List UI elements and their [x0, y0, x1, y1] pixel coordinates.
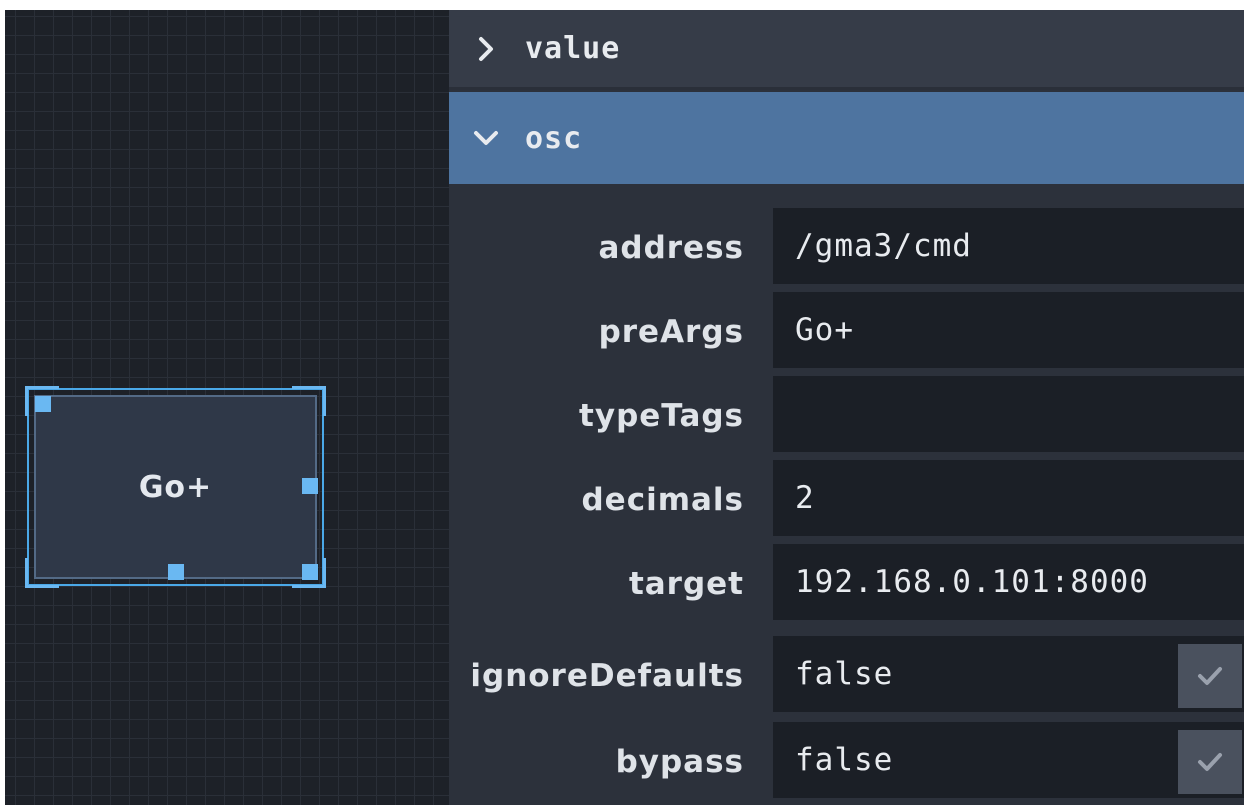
inspector-panel: value osc address /gma3/cmd preArgs Go+ … [449, 10, 1244, 805]
typetags-field[interactable] [773, 376, 1244, 456]
selection-corner-bottom-left [25, 558, 59, 588]
decimals-field[interactable]: 2 [773, 460, 1244, 540]
chevron-down-icon [474, 131, 498, 145]
target-field[interactable]: 192.168.0.101:8000 [773, 544, 1244, 624]
bypass-checkbox[interactable] [1178, 730, 1242, 794]
property-row-target: target 192.168.0.101:8000 [449, 544, 1244, 624]
checkmark-icon [1198, 667, 1222, 685]
resize-handle-top-left[interactable] [35, 396, 51, 412]
property-row-typetags: typeTags [449, 376, 1244, 456]
property-label: typeTags [579, 398, 744, 434]
address-field[interactable]: /gma3/cmd [773, 208, 1244, 288]
property-label: decimals [581, 482, 744, 518]
property-row-address: address /gma3/cmd [449, 208, 1244, 288]
button-widget-body[interactable]: Go+ [34, 395, 317, 579]
preargs-field[interactable]: Go+ [773, 292, 1244, 372]
property-row-decimals: decimals 2 [449, 460, 1244, 540]
property-label: target [628, 566, 744, 602]
resize-handle-bottom-right[interactable] [302, 564, 318, 580]
bypass-field[interactable]: false [773, 722, 1244, 802]
app-window: Go+ value osc address /gma3/cmd preArgs … [5, 10, 1244, 805]
property-label: preArgs [598, 314, 744, 350]
ignoredefaults-value: false [795, 656, 894, 692]
property-label: ignoreDefaults [470, 658, 744, 694]
widget-label: Go+ [138, 469, 213, 505]
selected-button-widget[interactable]: Go+ [25, 386, 326, 588]
section-title-osc: osc [525, 120, 583, 156]
ignoredefaults-field[interactable]: false [773, 636, 1244, 716]
checkmark-icon [1198, 753, 1222, 771]
editor-canvas[interactable]: Go+ [5, 10, 449, 805]
property-label: bypass [615, 744, 744, 780]
property-row-ignoredefaults: ignoreDefaults false [449, 636, 1244, 716]
section-header-value[interactable]: value [449, 10, 1244, 90]
section-title-value: value [525, 31, 621, 66]
ignoredefaults-checkbox[interactable] [1178, 644, 1242, 708]
resize-handle-right[interactable] [302, 478, 318, 494]
property-label: address [598, 230, 744, 266]
property-row-bypass: bypass false [449, 722, 1244, 802]
chevron-right-icon [479, 36, 493, 61]
resize-handle-bottom[interactable] [168, 564, 184, 580]
property-row-preargs: preArgs Go+ [449, 292, 1244, 372]
selection-corner-top-right [292, 386, 326, 416]
section-header-osc[interactable]: osc [449, 92, 1244, 184]
bypass-value: false [795, 742, 894, 778]
